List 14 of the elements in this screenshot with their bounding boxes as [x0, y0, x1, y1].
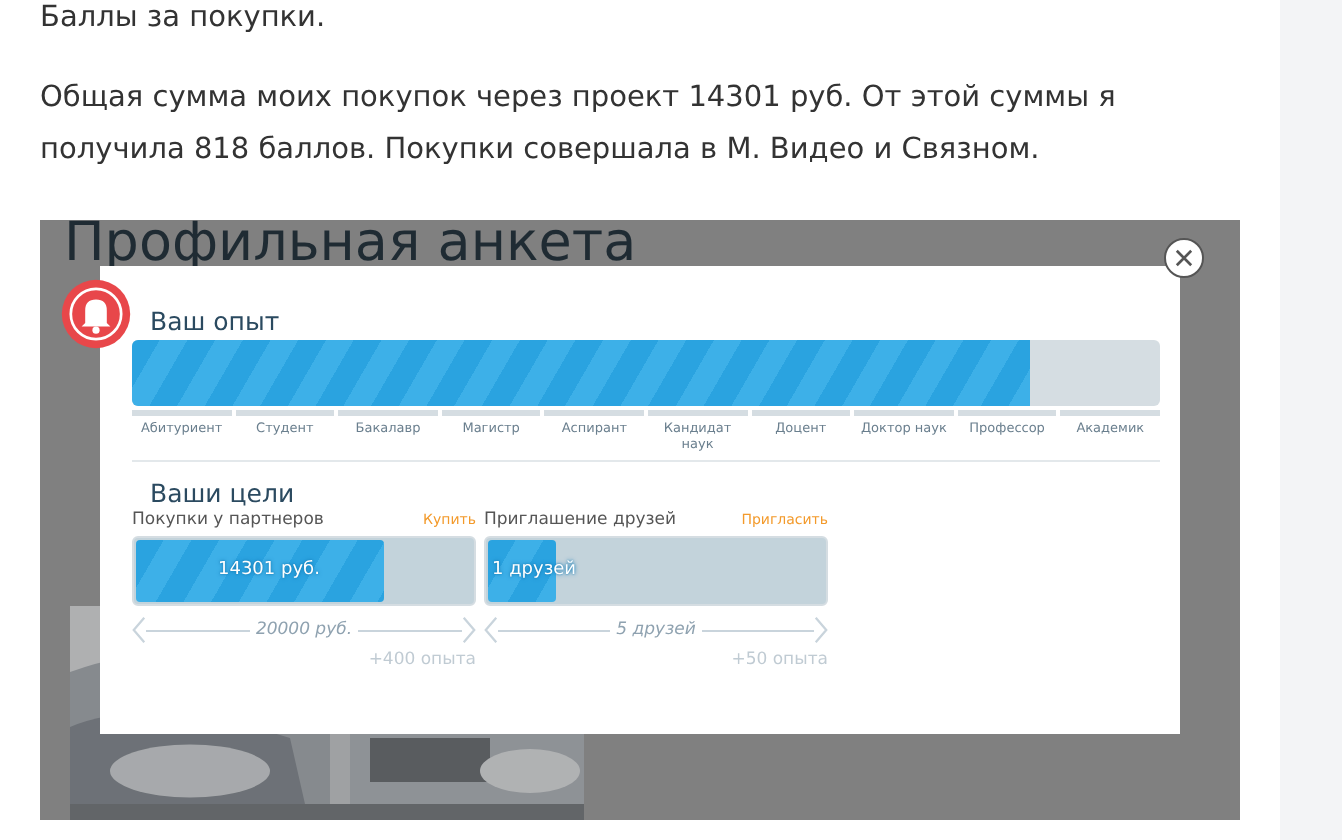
goal-reward: +400 опыта: [366, 650, 476, 670]
close-button[interactable]: [1164, 238, 1204, 278]
goal-name: Покупки у партнеров: [132, 510, 324, 530]
goal-target: 20000 руб.: [253, 620, 355, 640]
goal-value: 14301 руб.: [218, 560, 320, 580]
goal-reward: +50 опыта: [729, 650, 828, 670]
article-paragraph: Общая сумма моих покупок через проект 14301 руб. От этой суммы я получила 818 баллов. Покупки совершала в М. Видео и Связном.: [40, 80, 1118, 170]
section-title: Ваш опыт: [150, 306, 282, 336]
goal-target: 5 друзей: [614, 620, 698, 640]
goal-name: Приглашение друзей: [484, 510, 677, 530]
section-title: Ваши цели: [150, 478, 297, 508]
page-title: Профильная анкета: [64, 220, 637, 272]
article-paragraph: Баллы за покупки.: [40, 0, 328, 38]
bell-icon[interactable]: [60, 278, 132, 350]
